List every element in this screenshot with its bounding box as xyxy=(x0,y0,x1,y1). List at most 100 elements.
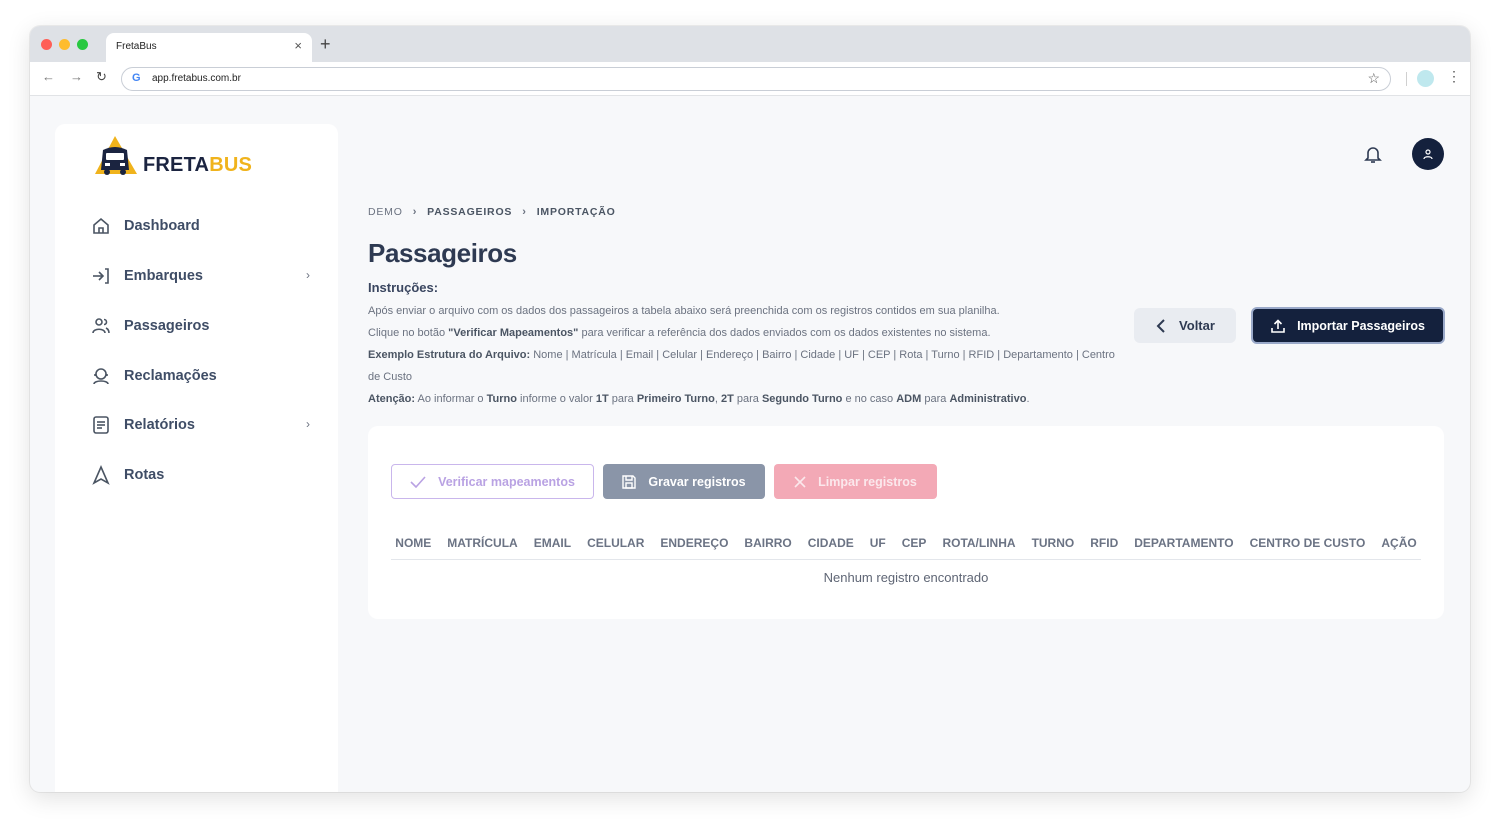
back-button[interactable]: Voltar xyxy=(1134,308,1236,343)
sidebar-item-label: Rotas xyxy=(124,467,165,483)
empty-table-message: Nenhum registro encontrado xyxy=(823,570,989,585)
tab-title: FretaBus xyxy=(116,41,157,52)
bookmark-star-icon[interactable]: ☆ xyxy=(1367,70,1380,87)
column-header[interactable]: ENDEREÇO xyxy=(652,536,736,559)
url-text[interactable]: app.fretabus.com.br xyxy=(152,73,241,84)
reload-icon[interactable]: ↻ xyxy=(96,69,107,85)
instructions-bold: 2T xyxy=(720,393,734,405)
column-header[interactable]: DEPARTAMENTO xyxy=(1126,536,1241,559)
tab-close-icon[interactable]: × xyxy=(294,38,302,53)
sidebar-item-passageiros[interactable]: Passageiros xyxy=(90,311,310,341)
back-button-label: Voltar xyxy=(1179,318,1215,333)
verify-button-label: Verificar mapeamentos xyxy=(438,474,575,489)
verify-mappings-button[interactable]: Verificar mapeamentos xyxy=(391,464,594,499)
import-passengers-button[interactable]: Importar Passageiros xyxy=(1251,307,1445,344)
brand-name-part2: BUS xyxy=(209,154,253,176)
instructions-text: para verificar a referência dos dados en… xyxy=(578,327,991,339)
instructions-bold: Administrativo xyxy=(949,393,1027,405)
browser-tab[interactable]: FretaBus × xyxy=(106,33,312,62)
column-header[interactable]: BAIRRO xyxy=(736,536,799,559)
browser-window: FretaBus × + ← → ↻ G app.fretabus.com.br… xyxy=(30,26,1470,792)
column-header[interactable]: UF xyxy=(862,536,894,559)
instructions-bold: Primeiro Turno xyxy=(636,393,715,405)
sidebar-item-dashboard[interactable]: Dashboard xyxy=(90,211,310,241)
instructions-text: Clique no botão xyxy=(368,327,449,339)
user-icon xyxy=(1423,149,1433,160)
user-avatar[interactable] xyxy=(1412,138,1444,170)
home-icon xyxy=(90,215,112,237)
new-tab-button[interactable]: + xyxy=(320,34,331,55)
brand-name: FRETABUS xyxy=(143,154,252,177)
window-controls xyxy=(41,39,88,50)
sidebar-item-rotas[interactable]: Rotas xyxy=(90,460,310,490)
notification-bell-icon[interactable] xyxy=(1363,144,1383,164)
sidebar-item-label: Embarques xyxy=(124,268,203,284)
check-icon xyxy=(410,475,426,488)
column-header[interactable]: CELULAR xyxy=(579,536,652,559)
breadcrumb-passageiros[interactable]: PASSAGEIROS xyxy=(427,206,512,218)
profile-avatar-icon[interactable] xyxy=(1417,70,1434,87)
instructions-text: para xyxy=(733,393,762,405)
column-header[interactable]: NOME xyxy=(387,536,439,559)
save-icon xyxy=(622,474,637,489)
sidebar: FRETABUS Dashboard Embarques › Passageir… xyxy=(55,124,338,792)
sidebar-item-relatorios[interactable]: Relatórios › xyxy=(90,410,310,440)
minimize-window-button[interactable] xyxy=(59,39,70,50)
upload-icon xyxy=(1271,318,1285,333)
navigation-icon xyxy=(90,464,112,486)
instructions-bold: "Verificar Mapeamentos" xyxy=(448,327,579,339)
close-icon xyxy=(794,475,806,488)
sidebar-item-embarques[interactable]: Embarques › xyxy=(90,261,310,291)
column-header[interactable]: CENTRO DE CUSTO xyxy=(1242,536,1374,559)
save-button-label: Gravar registros xyxy=(648,474,746,489)
maximize-window-button[interactable] xyxy=(77,39,88,50)
browser-menu-icon[interactable]: ⋮ xyxy=(1447,68,1461,85)
instructions-bold: Atenção: xyxy=(368,393,416,405)
login-arrow-icon xyxy=(90,265,112,287)
import-card: Verificar mapeamentos Gravar registros L… xyxy=(368,426,1444,619)
column-header[interactable]: MATRÍCULA xyxy=(439,536,525,559)
instructions-text: . xyxy=(1026,393,1030,405)
column-header[interactable]: ROTA/LINHA xyxy=(934,536,1023,559)
instructions-text: para xyxy=(921,393,950,405)
tab-bar: FretaBus × + xyxy=(30,26,1470,62)
forward-arrow-icon[interactable]: → xyxy=(70,69,83,84)
instructions-text: e no caso xyxy=(842,393,897,405)
sidebar-item-label: Dashboard xyxy=(124,218,200,234)
import-button-label: Importar Passageiros xyxy=(1297,318,1425,333)
chevron-left-icon xyxy=(1155,318,1167,333)
support-agent-icon xyxy=(90,365,112,387)
column-header[interactable]: RFID xyxy=(1082,536,1126,559)
instructions-text: informe o valor xyxy=(516,393,596,405)
column-header[interactable]: CIDADE xyxy=(800,536,862,559)
toolbar-divider xyxy=(1406,72,1407,86)
sidebar-item-reclamacoes[interactable]: Reclamações xyxy=(90,361,310,391)
brand-logo[interactable]: FRETABUS xyxy=(95,134,265,176)
chevron-right-icon: › xyxy=(522,206,527,218)
back-arrow-icon[interactable]: ← xyxy=(42,69,55,84)
instructions-bold: Segundo Turno xyxy=(761,393,843,405)
address-bar[interactable]: G app.fretabus.com.br ☆ xyxy=(121,67,1391,91)
sidebar-item-label: Reclamações xyxy=(124,368,217,384)
save-records-button[interactable]: Gravar registros xyxy=(603,464,765,499)
close-window-button[interactable] xyxy=(41,39,52,50)
breadcrumb: DEMO › PASSAGEIROS › IMPORTAÇÃO xyxy=(368,206,616,218)
clear-button-label: Limpar registros xyxy=(818,474,917,489)
sidebar-item-label: Relatórios xyxy=(124,417,195,433)
clear-records-button[interactable]: Limpar registros xyxy=(774,464,937,499)
column-header: AÇÃO xyxy=(1381,536,1417,550)
users-icon xyxy=(90,315,112,337)
instructions-line-3: Exemplo Estrutura do Arquivo: Nome | Mat… xyxy=(368,344,1128,388)
page-title: Passageiros xyxy=(368,238,517,268)
chevron-right-icon: › xyxy=(412,206,418,218)
column-header[interactable]: EMAIL xyxy=(526,536,579,559)
instructions-text: para xyxy=(608,393,637,405)
google-icon: G xyxy=(132,72,141,84)
instructions-bold: 1T xyxy=(595,393,609,405)
column-header[interactable]: TURNO xyxy=(1024,536,1083,559)
breadcrumb-demo[interactable]: DEMO xyxy=(368,206,403,218)
instructions-title: Instruções: xyxy=(368,280,439,295)
instructions-text: Ao informar o xyxy=(415,393,487,405)
column-header[interactable]: CEP xyxy=(894,536,935,559)
instructions-line-4: Atenção: Ao informar o Turno informe o v… xyxy=(368,388,1128,410)
